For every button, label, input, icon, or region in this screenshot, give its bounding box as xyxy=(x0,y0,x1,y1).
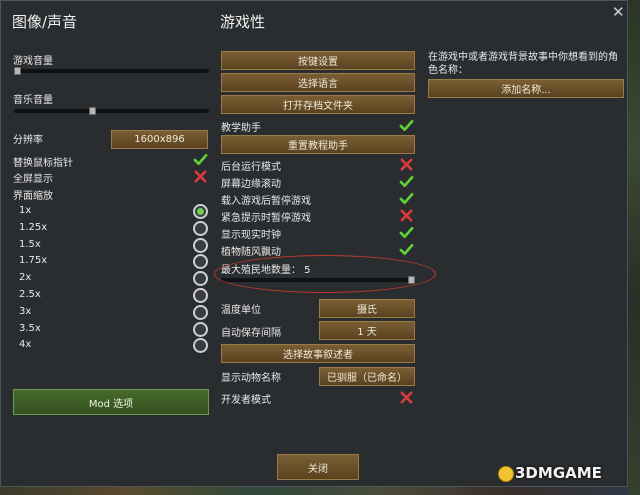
ui-scale-radio[interactable] xyxy=(193,288,208,303)
fullscreen-toggle[interactable] xyxy=(193,169,208,184)
keybinds-button[interactable]: 按键设置 xyxy=(221,51,415,70)
custom-cursor-toggle[interactable] xyxy=(193,152,208,167)
gameplay-toggle[interactable] xyxy=(399,225,414,240)
options-dialog: ✕ 图像/声音 游戏音量 音乐音量 分辨率 1600x896 替换鼠标指针 全屏… xyxy=(0,0,628,487)
gameplay-toggle-label: 后台运行模式 xyxy=(221,162,281,173)
language-button[interactable]: 选择语言 xyxy=(221,73,415,92)
cross-icon xyxy=(400,391,413,404)
game-volume-slider-track[interactable] xyxy=(14,69,209,73)
ui-scale-option-label: 1.75x xyxy=(19,255,48,267)
gameplay-toggle-label: 紧急提示时暂停游戏 xyxy=(221,213,311,224)
checkmark-icon xyxy=(193,153,208,166)
gameplay-toggle[interactable] xyxy=(399,191,414,206)
dev-mode-toggle[interactable] xyxy=(399,390,414,405)
resolution-dropdown[interactable]: 1600x896 xyxy=(111,130,208,149)
game-background-edge xyxy=(628,0,640,495)
gameplay-toggle-label: 载入游戏后暂停游戏 xyxy=(221,196,311,207)
ui-scale-option-label: 2.5x xyxy=(19,289,41,300)
animal-names-dropdown[interactable]: 已驯服（已命名） xyxy=(319,367,415,386)
mod-options-button[interactable]: Mod 选项 xyxy=(13,389,209,415)
ui-scale-radio[interactable] xyxy=(193,304,208,320)
checkmark-icon xyxy=(399,175,414,188)
ui-scale-radio[interactable] xyxy=(193,204,208,219)
ui-scale-option-label: 4x xyxy=(19,339,32,351)
reset-tutor-button[interactable]: 重置教程助手 xyxy=(221,135,415,154)
custom-cursor-label: 替换鼠标指针 xyxy=(13,158,73,169)
music-volume-slider-handle[interactable] xyxy=(89,107,97,115)
ui-scale-radio[interactable] xyxy=(193,254,208,270)
close-button[interactable]: 关闭 xyxy=(277,454,359,480)
ui-scale-option-label: 2x xyxy=(19,272,32,284)
game-background-strip xyxy=(0,487,640,495)
game-volume-slider-handle[interactable] xyxy=(14,67,21,75)
tutor-label: 教学助手 xyxy=(221,123,261,134)
3dmgame-logo-icon xyxy=(498,466,514,482)
temperature-dropdown[interactable]: 摄氏 xyxy=(319,299,415,318)
gameplay-toggle-label: 屏幕边缘滚动 xyxy=(221,179,281,190)
animal-names-label: 显示动物名称 xyxy=(221,373,281,384)
gameplay-toggle[interactable] xyxy=(399,242,414,257)
resolution-label: 分辨率 xyxy=(13,135,43,146)
music-volume-slider-track[interactable] xyxy=(14,109,209,113)
checkmark-icon xyxy=(399,119,414,132)
checkmark-icon xyxy=(399,243,414,256)
ui-scale-option-label: 3.5x xyxy=(19,322,41,334)
gameplay-toggle[interactable] xyxy=(399,174,414,189)
cross-icon xyxy=(400,209,413,222)
gameplay-toggle-label: 显示现实时钟 xyxy=(221,230,281,241)
music-volume-label: 音乐音量 xyxy=(13,95,53,106)
ui-scale-option-label: 1.5x xyxy=(19,238,41,250)
open-save-folder-button[interactable]: 打开存档文件夹 xyxy=(221,95,415,114)
gameplay-title: 游戏性 xyxy=(220,13,266,31)
highlight-annotation xyxy=(214,255,436,293)
ui-scale-radio[interactable] xyxy=(193,220,208,236)
autosave-dropdown[interactable]: 1 天 xyxy=(319,321,415,340)
close-icon[interactable]: ✕ xyxy=(612,3,625,21)
temperature-label: 温度单位 xyxy=(221,305,261,316)
checkmark-icon xyxy=(399,226,414,239)
ui-scale-radio[interactable] xyxy=(193,271,208,287)
cross-icon xyxy=(194,170,207,183)
watermark: 3DMGAME xyxy=(515,464,602,482)
ui-scale-option-label: 3x xyxy=(19,305,32,317)
checkmark-icon xyxy=(399,192,414,205)
gameplay-toggle[interactable] xyxy=(399,157,414,172)
ui-scale-label: 界面缩放 xyxy=(13,191,53,202)
add-name-button[interactable]: 添加名称... xyxy=(428,79,624,98)
dev-mode-label: 开发者模式 xyxy=(221,395,271,406)
ui-scale-option-label: 1x xyxy=(19,205,32,216)
storyteller-button[interactable]: 选择故事叙述者 xyxy=(221,344,415,363)
tutor-toggle[interactable] xyxy=(399,118,414,133)
graphics-audio-title: 图像/声音 xyxy=(12,13,78,31)
ui-scale-option-label: 1.25x xyxy=(19,221,48,233)
ui-scale-radio[interactable] xyxy=(193,321,208,337)
cross-icon xyxy=(400,158,413,171)
names-description: 在游戏中或者游戏背景故事中你想看到的角色名称： xyxy=(428,52,618,76)
gameplay-toggle[interactable] xyxy=(399,208,414,223)
fullscreen-label: 全屏显示 xyxy=(13,174,53,185)
game-volume-label: 游戏音量 xyxy=(13,56,53,67)
autosave-label: 自动保存间隔 xyxy=(221,328,281,339)
ui-scale-radio[interactable] xyxy=(193,338,208,354)
ui-scale-radio[interactable] xyxy=(193,237,208,253)
gameplay-toggle-label: 植物随风飘动 xyxy=(221,247,281,258)
